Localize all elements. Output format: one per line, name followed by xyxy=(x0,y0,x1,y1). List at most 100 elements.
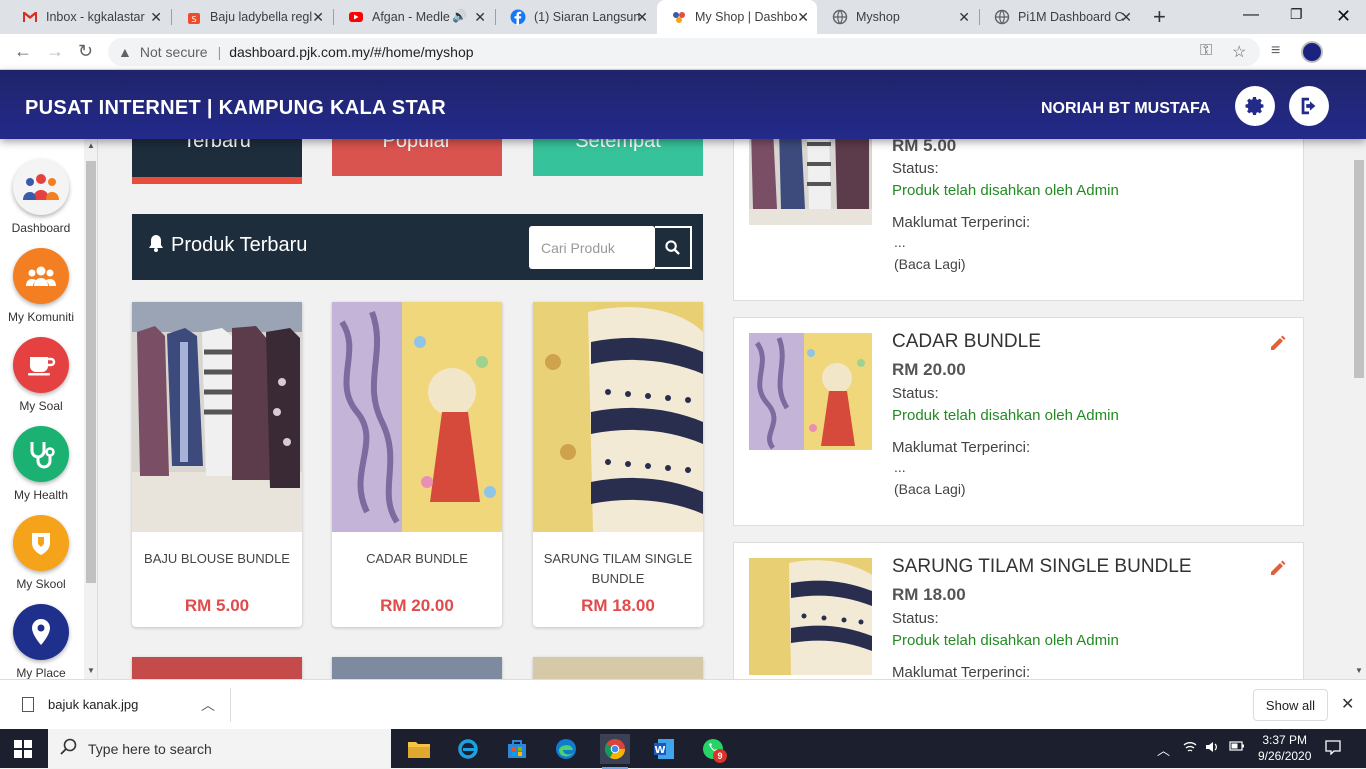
chevron-up-icon[interactable]: ︿ xyxy=(201,695,215,715)
status-approved-text: Produk telah disahkan oleh Admin xyxy=(892,632,1119,649)
sidebar-scrollbar[interactable]: ▲ ▼ xyxy=(84,139,97,679)
minimize-button[interactable]: — xyxy=(1243,6,1259,24)
internet-explorer-icon[interactable] xyxy=(453,734,483,764)
sidebar-item-my-place[interactable]: My Place xyxy=(0,604,82,679)
reload-icon[interactable]: ↻ xyxy=(78,41,93,62)
close-icon[interactable]: ✕ xyxy=(150,9,162,26)
battery-icon[interactable] xyxy=(1229,740,1245,755)
search-icon xyxy=(60,738,78,761)
sidebar-item-label: My Place xyxy=(16,666,66,679)
close-window-button[interactable]: ✕ xyxy=(1336,6,1351,27)
product-card-partial[interactable] xyxy=(132,657,302,679)
product-card[interactable]: BAJU BLOUSE BUNDLE RM 5.00 xyxy=(132,302,302,627)
filter-popular-button[interactable]: Popular xyxy=(332,139,502,176)
star-icon[interactable]: ☆ xyxy=(1232,42,1246,62)
system-clock[interactable]: 3:37 PM 9/26/2020 xyxy=(1258,732,1311,764)
url-text[interactable]: dashboard.pjk.com.my/#/home/myshop xyxy=(229,44,473,60)
product-card-partial[interactable] xyxy=(533,657,703,679)
scroll-up-icon[interactable]: ▲ xyxy=(87,141,95,150)
tab-title: My Shop | Dashbo xyxy=(695,10,798,24)
facebook-icon xyxy=(510,9,526,25)
product-image-cadar[interactable] xyxy=(332,302,502,532)
page-scrollbar[interactable]: ▲ ▼ xyxy=(1352,70,1366,679)
close-icon[interactable]: ✕ xyxy=(1120,9,1132,26)
taskbar-search-input[interactable]: Type here to search xyxy=(48,729,391,768)
detail-label: Maklumat Terperinci: xyxy=(892,664,1031,679)
show-all-button[interactable]: Show all xyxy=(1253,689,1328,721)
tab-inbox[interactable]: Inbox - kgkalastar ✕ xyxy=(8,0,170,34)
tab-youtube[interactable]: Afgan - Medle 🔊 ✕ xyxy=(334,0,494,34)
search-button[interactable] xyxy=(655,226,692,269)
close-icon[interactable]: ✕ xyxy=(474,9,486,26)
logout-button[interactable] xyxy=(1289,86,1329,126)
store-icon[interactable] xyxy=(502,734,532,764)
product-card-partial[interactable] xyxy=(332,657,502,679)
product-card[interactable]: SARUNG TILAM SINGLE BUNDLE RM 18.00 xyxy=(533,302,703,627)
new-tab-button[interactable]: + xyxy=(1153,4,1166,30)
volume-icon[interactable] xyxy=(1205,740,1219,757)
sidebar-item-my-komuniti[interactable]: My Komuniti xyxy=(0,248,82,324)
speaker-icon[interactable]: 🔊 xyxy=(452,9,467,23)
sidebar-item-my-skool[interactable]: My Skool xyxy=(0,515,82,591)
chevron-up-icon[interactable]: ︿ xyxy=(1157,740,1170,759)
notification-icon[interactable] xyxy=(1325,739,1341,758)
sidebar-item-my-health[interactable]: My Health xyxy=(0,426,82,502)
settings-button[interactable] xyxy=(1235,86,1275,126)
user-name: NORIAH BT MUSTAFA xyxy=(1041,100,1211,117)
sidebar-item-dashboard[interactable]: Dashboard xyxy=(0,159,82,235)
filter-setempat-button[interactable]: Setempat xyxy=(533,139,703,176)
windows-start-icon[interactable] xyxy=(14,740,32,758)
tab-myshop-dashboard[interactable]: My Shop | Dashbo ✕ xyxy=(657,0,817,34)
key-icon[interactable]: ⚿ xyxy=(1200,42,1212,60)
tab-pi1m-dashboard[interactable]: Pi1M Dashboard C ✕ xyxy=(980,0,1140,34)
scrollbar-thumb[interactable] xyxy=(86,161,96,583)
product-image-baju-blouse[interactable] xyxy=(132,302,302,532)
sidebar-item-my-soal[interactable]: My Soal xyxy=(0,337,82,413)
close-icon[interactable]: ✕ xyxy=(312,9,324,26)
scrollbar-thumb[interactable] xyxy=(1354,160,1364,378)
back-arrow-icon[interactable]: ← xyxy=(14,41,32,62)
edit-pencil-icon[interactable] xyxy=(1269,334,1287,357)
sidebar-item-label: My Skool xyxy=(16,577,66,591)
clock-time: 3:37 PM xyxy=(1262,733,1308,747)
product-card[interactable]: CADAR BUNDLE RM 20.00 xyxy=(332,302,502,627)
product-price: RM 20.00 xyxy=(380,596,454,615)
close-icon[interactable]: ✕ xyxy=(958,9,970,26)
taskbar: Type here to search W 9 ︿ 3:37 PM 9/26/2… xyxy=(0,729,1366,769)
scroll-down-icon[interactable]: ▼ xyxy=(1355,666,1363,675)
product-image-sarung-tilam[interactable] xyxy=(533,302,703,532)
read-more-link[interactable]: (Baca Lagi) xyxy=(894,256,966,272)
word-icon[interactable]: W xyxy=(649,734,679,764)
globe-icon xyxy=(832,9,848,25)
address-bar[interactable]: ▲ Not secure | dashboard.pjk.com.my/#/ho… xyxy=(108,38,1260,66)
edge-icon[interactable] xyxy=(551,734,581,764)
close-icon[interactable]: ✕ xyxy=(636,9,648,26)
read-more-link[interactable]: (Baca Lagi) xyxy=(894,481,966,497)
network-icon[interactable] xyxy=(1183,740,1197,757)
browser-toolbar: ← → ↻ ▲ Not secure | dashboard.pjk.com.m… xyxy=(0,34,1366,70)
media-control-icon[interactable]: ≡ xyxy=(1271,42,1280,60)
tab-facebook[interactable]: (1) Siaran Langsun ✕ xyxy=(496,0,656,34)
profile-avatar[interactable] xyxy=(1301,41,1323,63)
tab-shopee[interactable]: S Baju ladybella regl ✕ xyxy=(172,0,332,34)
tab-title: Myshop xyxy=(856,10,900,24)
restore-button[interactable]: ❐ xyxy=(1290,6,1303,23)
security-status[interactable]: Not secure xyxy=(140,44,208,60)
close-icon[interactable]: ✕ xyxy=(1341,694,1354,714)
download-item[interactable]: bajuk kanak.jpg xyxy=(22,697,138,712)
my-product-image-cadar[interactable] xyxy=(749,333,872,450)
filter-terbaru-button[interactable]: Terbaru xyxy=(132,139,302,184)
chrome-icon[interactable] xyxy=(600,734,630,769)
my-product-image-baju-blouse[interactable] xyxy=(749,139,872,225)
my-product-item: RM 5.00 Status: Produk telah disahkan ol… xyxy=(733,139,1304,301)
tab-myshop[interactable]: Myshop ✕ xyxy=(818,0,978,34)
warning-icon[interactable]: ▲ xyxy=(118,44,132,60)
forward-arrow-icon[interactable]: → xyxy=(46,41,64,62)
scroll-down-icon[interactable]: ▼ xyxy=(87,666,95,675)
search-input[interactable]: Cari Produk xyxy=(529,226,655,269)
whatsapp-icon[interactable]: 9 xyxy=(698,734,728,764)
file-explorer-icon[interactable] xyxy=(404,734,434,764)
edit-pencil-icon[interactable] xyxy=(1269,559,1287,582)
my-product-image-sarung-tilam[interactable] xyxy=(749,558,872,675)
close-icon[interactable]: ✕ xyxy=(797,9,809,26)
